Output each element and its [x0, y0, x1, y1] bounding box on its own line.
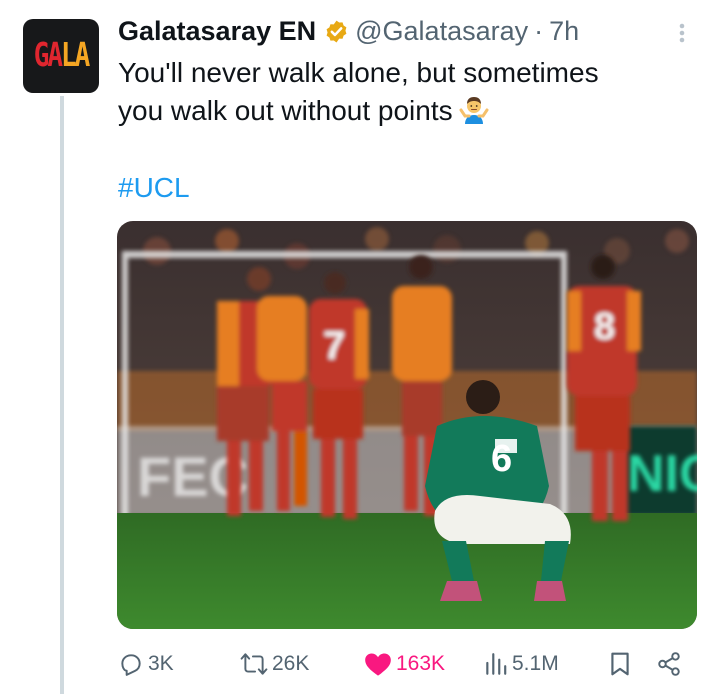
opponent-number-8: 8	[594, 306, 615, 348]
avatar[interactable]: GALA	[23, 19, 99, 93]
match-photo: FEC NIG 7	[117, 221, 697, 629]
reply-icon	[121, 654, 141, 676]
separator-dot: ·	[534, 15, 544, 46]
views-button[interactable]: 5.1M	[484, 644, 559, 684]
person-shrugging-emoji-icon	[459, 97, 489, 124]
avatar-logo: GALA	[33, 37, 91, 75]
reply-button[interactable]: 3K	[118, 644, 174, 684]
like-button[interactable]: 163K	[364, 644, 445, 684]
timestamp[interactable]: 7h	[549, 16, 579, 47]
user-handle[interactable]: @Galatasaray	[355, 16, 528, 47]
opponent-number-7: 7	[323, 324, 345, 368]
tweet-text: You'll never walk alone, but sometimes y…	[118, 54, 698, 130]
thread-line	[60, 96, 64, 694]
like-count: 163K	[396, 652, 446, 675]
analytics-icon	[486, 653, 507, 675]
view-count: 5.1M	[512, 652, 559, 675]
player-shirt-number: 6	[491, 438, 512, 480]
repost-icon	[240, 653, 268, 675]
tweet-photo[interactable]: FEC NIG 7	[117, 221, 697, 629]
heart-icon	[365, 653, 391, 676]
board-text-right: NIG	[627, 445, 697, 503]
share-icon[interactable]	[656, 651, 682, 677]
reply-count: 3K	[148, 652, 174, 675]
verified-badge-icon[interactable]	[324, 19, 349, 44]
tweet-text-line1: You'll never walk alone, but sometimes	[118, 57, 599, 88]
tweet-text-line2: you walk out without points	[118, 95, 453, 126]
more-options-icon[interactable]	[672, 18, 692, 48]
tweet-header: Galatasaray EN @Galatasaray · 7h	[118, 12, 579, 50]
repost-button[interactable]: 26K	[240, 644, 309, 684]
display-name[interactable]: Galatasaray EN	[118, 16, 316, 47]
bookmark-icon[interactable]	[608, 651, 632, 677]
tweet-actions: 3K 26K 163K 5.1M	[118, 644, 698, 684]
repost-count: 26K	[272, 652, 310, 675]
hashtag-link[interactable]: #UCL	[118, 172, 190, 204]
